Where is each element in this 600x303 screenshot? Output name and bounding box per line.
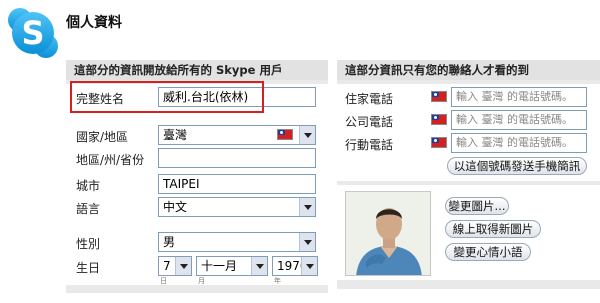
highlight-box: [70, 81, 264, 113]
home-phone-label: 住家電話: [345, 92, 394, 106]
public-section-title: 這部分的資訊開放給所有的 Skype 用戶: [66, 60, 328, 80]
city-label: 城市: [76, 179, 101, 193]
dropdown-arrow-icon[interactable]: [301, 257, 317, 275]
day-hint: 日: [160, 277, 167, 285]
language-value: 中文: [163, 200, 188, 214]
dropdown-arrow-icon[interactable]: [299, 233, 315, 251]
office-phone-placeholder: 輸入 臺灣 的電話號碼。: [456, 113, 573, 126]
birthday-year-select[interactable]: 1970: [272, 256, 318, 276]
gender-select[interactable]: 男: [158, 232, 316, 252]
month-hint: 月: [198, 277, 205, 285]
mobile-phone-placeholder: 輸入 臺灣 的電話號碼。: [456, 136, 573, 149]
birthday-day-value: 7: [163, 259, 171, 273]
region-label: 地區/州/省份: [76, 153, 145, 167]
home-phone-input[interactable]: 輸入 臺灣 的電話號碼。: [451, 87, 587, 107]
page-title: 個人資料: [66, 15, 122, 31]
language-label: 語言: [76, 202, 101, 216]
birthday-month-value: 十一月: [201, 259, 238, 273]
office-phone-input[interactable]: 輸入 臺灣 的電話號碼。: [451, 110, 587, 130]
dropdown-arrow-icon[interactable]: [299, 198, 315, 216]
left-bottom-panel: [66, 293, 328, 303]
send-sms-button[interactable]: 以這個號碼發送手機簡訊: [447, 157, 587, 175]
gender-value: 男: [163, 235, 176, 249]
birthday-day-select[interactable]: 7: [158, 256, 192, 276]
taiwan-flag-icon[interactable]: [431, 137, 447, 148]
right-bottom-panel: [337, 289, 600, 303]
mobile-phone-input[interactable]: 輸入 臺灣 的電話號碼。: [451, 133, 587, 153]
contacts-section-title: 這部分資訊只有您的聯絡人才看的到: [337, 60, 600, 80]
language-select[interactable]: 中文: [158, 197, 316, 217]
profile-photo: [345, 191, 431, 276]
phone-panel: 住家電話 輸入 臺灣 的電話號碼。 公司電話 輸入 臺灣 的電話號碼。 行動電話…: [337, 84, 600, 181]
taiwan-flag-icon: [277, 129, 293, 140]
dropdown-arrow-icon[interactable]: [299, 126, 315, 144]
city-input[interactable]: TAIPEI: [158, 174, 316, 194]
country-label: 國家/地區: [76, 130, 129, 144]
header: S 個人資料: [0, 0, 600, 58]
birthday-label: 生日: [76, 261, 101, 275]
country-select[interactable]: 臺灣: [158, 125, 316, 145]
home-phone-placeholder: 輸入 臺灣 的電話號碼。: [456, 90, 573, 103]
profile-picture-panel: 變更圖片... 線上取得新圖片 變更心情小語: [337, 185, 600, 280]
office-phone-label: 公司電話: [345, 115, 394, 129]
region-input[interactable]: [158, 148, 316, 168]
change-mood-button[interactable]: 變更心情小語: [445, 243, 531, 261]
gender-label: 性別: [76, 237, 101, 251]
birthday-month-select[interactable]: 十一月: [196, 256, 268, 276]
svg-text:S: S: [21, 14, 44, 52]
skype-logo: S: [8, 8, 58, 58]
taiwan-flag-icon[interactable]: [431, 114, 447, 125]
dropdown-arrow-icon[interactable]: [251, 257, 267, 275]
country-value: 臺灣: [163, 128, 188, 142]
dropdown-arrow-icon[interactable]: [175, 257, 191, 275]
public-info-section: 這部分的資訊開放給所有的 Skype 用戶 完整姓名 威利.台北(依林) 國家/…: [66, 60, 328, 303]
gender-birthday-panel: 性別 男 生日 7 十一月 1970 日 月 年: [66, 229, 328, 285]
name-location-panel: 完整姓名 威利.台北(依林) 國家/地區 臺灣 地區/州/省份 城市 TAIPE…: [66, 81, 328, 237]
contacts-only-section: 這部分資訊只有您的聯絡人才看的到 住家電話 輸入 臺灣 的電話號碼。 公司電話 …: [337, 60, 600, 303]
get-online-picture-button[interactable]: 線上取得新圖片: [445, 220, 541, 238]
person-photo-illustration: [346, 192, 430, 275]
mobile-phone-label: 行動電話: [345, 138, 394, 152]
taiwan-flag-icon[interactable]: [431, 91, 447, 102]
change-picture-button[interactable]: 變更圖片...: [445, 197, 509, 215]
city-value: TAIPEI: [163, 177, 200, 191]
year-hint: 年: [274, 277, 281, 285]
